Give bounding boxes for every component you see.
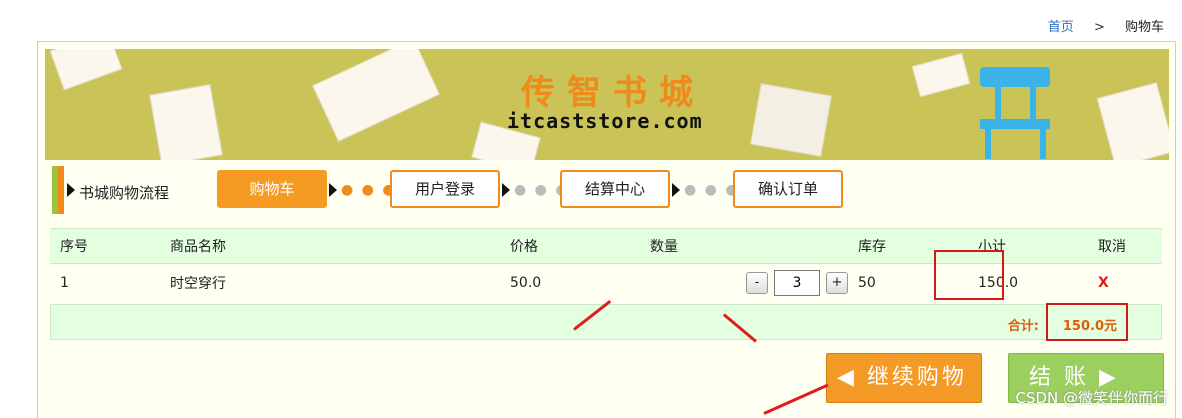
book-illustration [312,49,440,142]
header-product-name: 商品名称 [160,228,500,264]
purchase-flow: 书城购物流程 购物车 ● ● ● 用户登录 ● ● ● 结算中心 ● ● ● 确… [45,166,1169,214]
step-cart[interactable]: 购物车 [217,170,327,208]
chair-illustration [980,67,1050,87]
header-price: 价格 [500,228,640,264]
store-banner: 传智书城 itcaststore.com [45,49,1169,160]
row-product-name: 时空穿行 [170,276,226,292]
row-price: 50.0 [510,275,542,291]
decrement-button[interactable]: - [746,272,768,294]
chair-leg [1040,129,1046,159]
store-title: 传智书城 [521,73,705,113]
continue-shopping-label: ◀ 继续购物 [837,365,967,390]
flow-label: 书城购物流程 [79,184,170,202]
arrow-right-icon [502,183,510,197]
arrow-right-icon [672,183,680,197]
cart-frame: 传智书城 itcaststore.com 书城购物流程 购物车 ● ● ● 用户… [37,41,1176,418]
flow-accent-bar [58,166,64,214]
total-row: 合计: 150.0元 [50,304,1162,340]
breadcrumb-current: 购物车 [1124,20,1164,35]
header-quantity: 数量 [640,228,848,264]
continue-shopping-button[interactable]: ◀ 继续购物 [826,353,982,403]
increment-button[interactable]: + [826,272,848,294]
book-illustration [149,84,223,160]
book-illustration [1096,82,1169,160]
row-index: 1 [60,275,69,291]
breadcrumb-separator: > [1093,20,1105,35]
annotation-arrow [763,383,829,415]
total-label: 合计: [1007,319,1039,334]
chair-seat [980,119,1050,129]
chair-leg [985,129,991,159]
watermark: CSDN @微笑伴你而行 [1015,389,1168,407]
chair-leg [1030,87,1036,119]
breadcrumb: 首页 > 购物车 [1048,16,1164,35]
flow-dots: ● ● ● [684,182,740,198]
store-url: itcaststore.com [507,109,703,133]
header-cancel: 取消 [1088,228,1162,264]
step-confirm-order[interactable]: 确认订单 [733,170,843,208]
quantity-input[interactable] [774,270,820,296]
subtotal-highlight-box [934,250,1004,300]
step-login[interactable]: 用户登录 [390,170,500,208]
arrow-right-icon [329,183,337,197]
book-illustration [49,49,123,91]
header-index: 序号 [50,228,160,264]
total-highlight-box [1046,303,1128,341]
remove-item-button[interactable]: X [1098,275,1109,291]
arrow-right-icon [67,183,75,197]
row-cancel: X [1088,264,1162,303]
book-illustration [911,52,971,98]
flow-dots: ● ● ● [341,182,397,198]
row-quantity: - + [640,264,848,303]
step-checkout-center[interactable]: 结算中心 [560,170,670,208]
chair-leg [995,87,1001,119]
book-illustration [750,83,832,157]
breadcrumb-home-link[interactable]: 首页 [1048,20,1074,35]
